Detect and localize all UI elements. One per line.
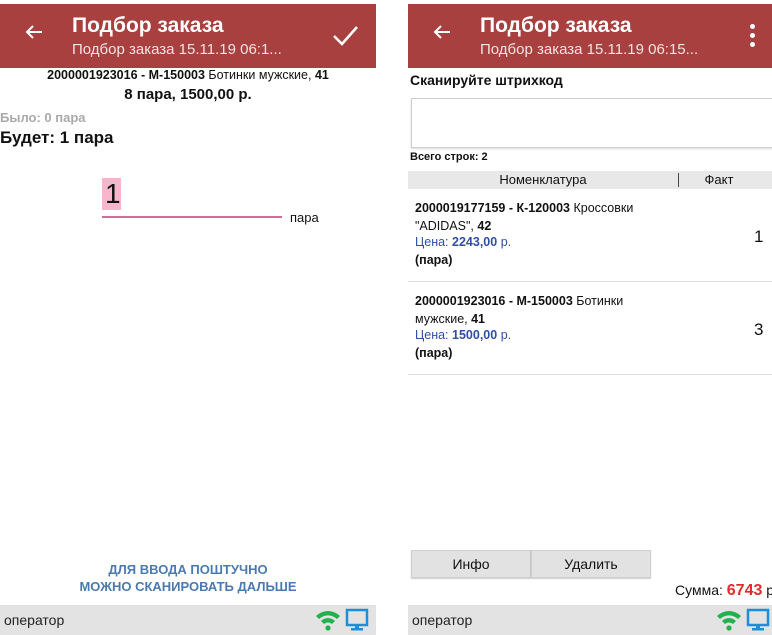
item-size: 41 (314, 68, 329, 82)
monitor-icon (345, 608, 369, 632)
input-underline (102, 216, 282, 218)
hint-line-1: ДЛЯ ВВОДА ПОШТУЧНО (108, 562, 268, 577)
price-currency: р. (500, 328, 512, 342)
price-value: 2243,00 (452, 235, 498, 249)
sum-value: 6743 (726, 582, 763, 599)
wifi-icon (315, 609, 341, 631)
operator-label: оператор (412, 612, 473, 628)
row-fact: 1 (754, 227, 764, 246)
row-fact: 3 (754, 320, 764, 339)
operator-label: оператор (4, 612, 65, 628)
screen-quantity-entry: Подбор заказа Подбор заказа 15.11.19 06:… (0, 4, 376, 635)
row-title: 2000001923016 - М-150003 Ботинки мужские… (415, 292, 665, 328)
check-icon[interactable] (328, 18, 362, 52)
order-sum: Сумма: 6743 р (675, 582, 772, 600)
delete-button[interactable]: Удалить (531, 550, 651, 578)
row-unit: (пара) (415, 253, 453, 267)
price-value: 1500,00 (452, 328, 498, 342)
info-button[interactable]: Инфо (411, 550, 531, 578)
table-header: Номенклатура Факт (408, 171, 772, 189)
price-currency: р. (500, 235, 512, 249)
status-bar: оператор (0, 605, 376, 635)
row-size: 42 (477, 219, 492, 233)
sum-currency: р (766, 582, 772, 598)
page-subtitle: Подбор заказа 15.11.19 06:15... (480, 41, 699, 58)
will-be-quantity: Будет: 1 пара (0, 128, 114, 147)
hint-line-2: МОЖНО СКАНИРОВАТЬ ДАЛЬШЕ (79, 579, 297, 594)
row-code: 2000001923016 - М-150003 (415, 294, 573, 308)
table-row[interactable]: 2000001923016 - М-150003 Ботинки мужские… (408, 282, 772, 375)
price-label: Цена: (415, 235, 449, 249)
row-size: 41 (471, 312, 486, 326)
page-subtitle: Подбор заказа 15.11.19 06:1... (72, 41, 282, 58)
row-name-b: "ADIDAS", (415, 219, 474, 233)
row-name-b: мужские, (415, 312, 468, 326)
barcode-input[interactable] (411, 98, 772, 148)
page-title: Подбор заказа (480, 14, 632, 37)
quantity-input[interactable]: 1 (102, 172, 282, 218)
item-code: 2000001923016 - М-150003 (47, 68, 205, 82)
row-code: 2000019177159 - К-120003 (415, 201, 570, 215)
more-vert-icon[interactable] (750, 24, 756, 48)
row-unit: (пара) (415, 346, 453, 360)
item-name: Ботинки мужские, (208, 68, 312, 82)
unit-label: пара (290, 210, 319, 225)
row-name-a: Кроссовки (573, 201, 634, 215)
status-bar: оператор (408, 605, 772, 635)
column-header-fact[interactable]: Факт (679, 172, 759, 187)
app-bar: Подбор заказа Подбор заказа 15.11.19 06:… (0, 4, 376, 68)
scan-barcode-label: Сканируйте штрихкод (410, 72, 563, 88)
total-rows-count: Всего строк: 2 (410, 151, 488, 163)
row-price: Цена: 2243,00 р. (415, 235, 511, 249)
wifi-icon (716, 609, 742, 631)
app-bar: Подбор заказа Подбор заказа 15.11.19 06:… (408, 4, 772, 68)
price-label: Цена: (415, 328, 449, 342)
column-header-nomenclature[interactable]: Номенклатура (408, 172, 678, 187)
row-price: Цена: 1500,00 р. (415, 328, 511, 342)
back-arrow-icon[interactable] (432, 22, 452, 47)
row-name-a: Ботинки (576, 294, 624, 308)
screen-order-list: Подбор заказа Подбор заказа 15.11.19 06:… (408, 4, 772, 635)
table-row[interactable]: 2000019177159 - К-120003 Кроссовки "ADID… (408, 189, 772, 282)
back-arrow-icon[interactable] (24, 22, 44, 47)
page-title: Подбор заказа (72, 14, 224, 37)
plan-quantity-price: 8 пара, 1500,00 р. (124, 86, 252, 103)
row-title: 2000019177159 - К-120003 Кроссовки "ADID… (415, 199, 665, 235)
sum-label: Сумма: (675, 582, 723, 598)
monitor-icon (746, 608, 770, 632)
item-title: 2000001923016 - М-150003 Ботинки мужские… (0, 68, 376, 82)
was-quantity: Было: 0 пара (0, 110, 86, 125)
quantity-value: 1 (105, 178, 121, 209)
